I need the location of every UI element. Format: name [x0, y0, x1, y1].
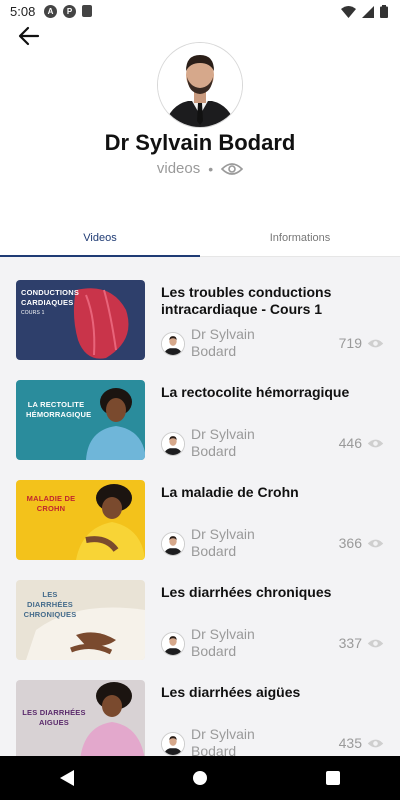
video-item[interactable]: CONDUCTIONS CARDIAQUES COURS 1 Les troub… [0, 280, 400, 362]
thumbnail-title: LES DIARRHÉES CHRONIQUES [23, 590, 77, 619]
status-bar: 5:08 A P [0, 0, 400, 24]
thumbnail-title: LA RECTOLITE HÉMORRAGIQUE [26, 400, 92, 419]
nav-home-button[interactable] [180, 758, 220, 798]
video-item[interactable]: MALADIE DE CROHN La maladie de Crohn Dr … [0, 480, 400, 562]
system-nav-bar [0, 756, 400, 800]
video-title: Les diarrhées aigües [161, 684, 301, 700]
videos-label: videos [156, 160, 201, 177]
back-button[interactable] [14, 24, 44, 48]
doctor-portrait-image [158, 43, 242, 127]
profile-tabs: Videos Informations [0, 226, 400, 257]
eye-icon [367, 539, 384, 547]
circle-home-icon [192, 771, 207, 785]
tab-videos[interactable]: Videos [0, 226, 200, 257]
profile-name: Dr Sylvain Bodard [104, 130, 296, 155]
view-count: 337 [339, 635, 384, 651]
author-avatar [161, 732, 185, 756]
wifi-icon [341, 5, 356, 18]
view-count-value: 435 [338, 735, 362, 751]
view-count-value: 719 [338, 335, 362, 351]
triangle-back-icon [59, 770, 74, 786]
nav-recents-button[interactable] [313, 758, 353, 798]
author-avatar [161, 532, 185, 556]
video-title: La rectocolite hémorragique [161, 384, 350, 400]
video-item[interactable]: LES DIARRHÉES AIGUES Les diarrhées aigüe… [0, 680, 400, 762]
thumbnail-title: CONDUCTIONS CARDIAQUES [21, 288, 80, 307]
sd-card-icon [82, 5, 92, 17]
video-thumbnail: LA RECTOLITE HÉMORRAGIQUE [16, 380, 145, 460]
eye-icon [367, 639, 384, 647]
author-row: Dr Sylvain Bodard 446 [161, 426, 386, 462]
author-name: Dr Sylvain Bodard [191, 426, 255, 459]
app-notification-icon-2: P [63, 5, 76, 18]
view-count: 446 [339, 435, 384, 451]
profile-header: Dr Sylvain Bodard videos • [0, 24, 400, 254]
profile-subtitle-row: videos • [0, 160, 400, 177]
app-notification-icon: A [44, 5, 57, 18]
author-row: Dr Sylvain Bodard 366 [161, 526, 386, 562]
view-count: 435 [339, 735, 384, 751]
author-row: Dr Sylvain Bodard 719 [161, 326, 386, 362]
video-item[interactable]: LA RECTOLITE HÉMORRAGIQUE La rectocolite… [0, 380, 400, 462]
author-avatar [161, 632, 185, 656]
view-count-value: 366 [338, 535, 362, 551]
eye-icon [367, 439, 384, 447]
author-name: Dr Sylvain Bodard [191, 326, 255, 359]
nav-back-button[interactable] [47, 758, 87, 798]
eye-icon [221, 162, 244, 175]
eye-icon [367, 739, 384, 747]
video-title: Les troubles conductions intracardiaque … [161, 284, 332, 317]
author-name: Dr Sylvain Bodard [191, 726, 255, 759]
eye-icon [367, 339, 384, 347]
author-name: Dr Sylvain Bodard [191, 626, 255, 659]
video-title: Les diarrhées chroniques [161, 584, 332, 600]
video-title: La maladie de Crohn [161, 484, 299, 500]
status-notification-icons: A P [44, 5, 92, 18]
author-row: Dr Sylvain Bodard 337 [161, 626, 386, 662]
status-system-icons [341, 5, 388, 18]
author-name: Dr Sylvain Bodard [191, 526, 255, 559]
signal-icon [362, 5, 374, 18]
view-count-value: 446 [338, 435, 362, 451]
arrow-left-icon [18, 26, 40, 46]
video-thumbnail: MALADIE DE CROHN [16, 480, 145, 560]
status-time: 5:08 [10, 4, 36, 19]
profile-avatar [157, 42, 243, 128]
video-thumbnail: CONDUCTIONS CARDIAQUES COURS 1 [16, 280, 145, 360]
video-thumbnail: LES DIARRHÉES CHRONIQUES [16, 580, 145, 660]
view-count-value: 337 [338, 635, 362, 651]
thumbnail-title: MALADIE DE CROHN [26, 494, 76, 513]
view-count: 719 [339, 335, 384, 351]
battery-icon [380, 5, 388, 18]
author-avatar [161, 332, 185, 356]
square-recents-icon [326, 771, 341, 785]
separator-dot: • [208, 160, 214, 177]
thumbnail-title: LES DIARRHÉES AIGUES [22, 708, 86, 727]
author-avatar [161, 432, 185, 456]
view-count: 366 [339, 535, 384, 551]
thumbnail-subtitle: COURS 1 [21, 310, 45, 316]
tab-informations[interactable]: Informations [200, 226, 400, 256]
video-thumbnail: LES DIARRHÉES AIGUES [16, 680, 145, 760]
video-item[interactable]: LES DIARRHÉES CHRONIQUES Les diarrhées c… [0, 580, 400, 662]
